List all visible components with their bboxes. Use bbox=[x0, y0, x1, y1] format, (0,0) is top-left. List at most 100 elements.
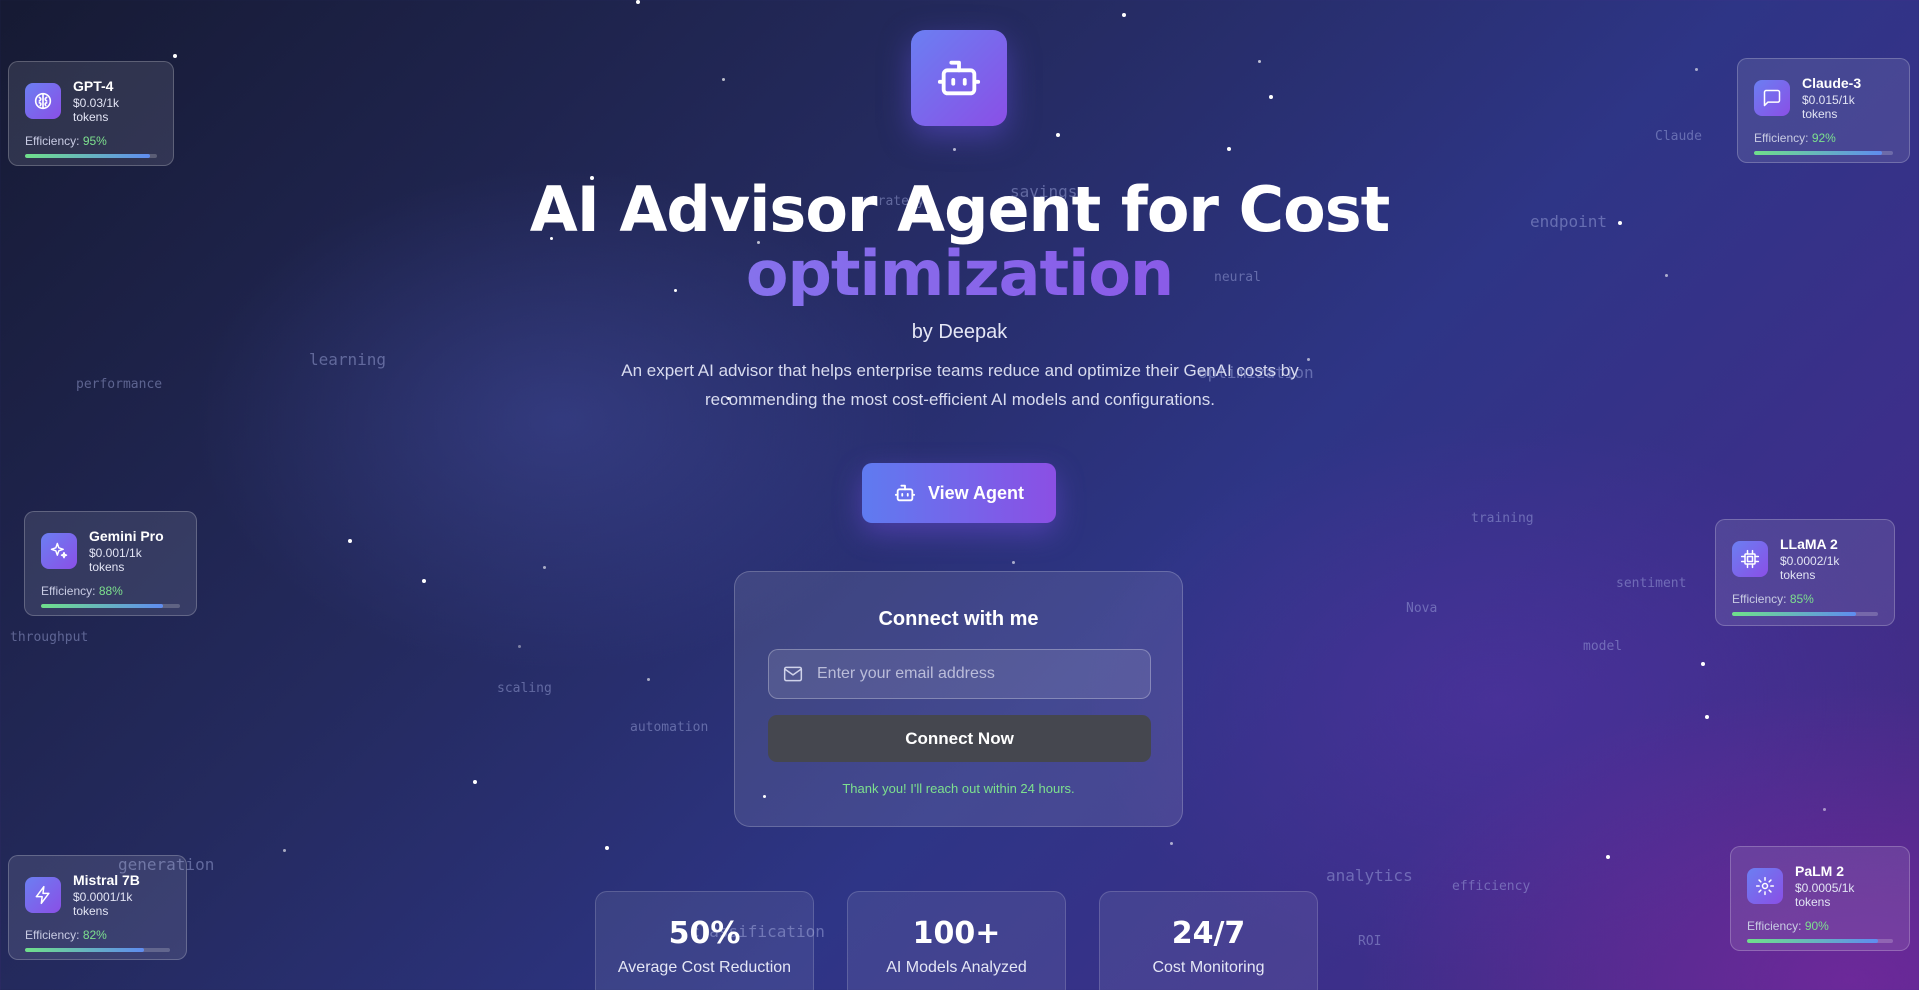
stat-card-cost-reduction: 50% Average Cost Reduction bbox=[595, 891, 814, 990]
efficiency-value: 82% bbox=[82, 928, 107, 942]
model-name: Mistral 7B bbox=[73, 872, 140, 888]
page-title-line1: AI Advisor Agent for Cost bbox=[529, 173, 1390, 246]
star bbox=[1307, 358, 1310, 361]
star bbox=[518, 645, 521, 648]
model-price: $0.001/1k tokens bbox=[89, 546, 142, 574]
model-efficiency: Efficiency: 95% bbox=[25, 134, 157, 148]
model-name: Claude-3 bbox=[1802, 75, 1862, 91]
email-input[interactable] bbox=[817, 665, 1137, 683]
stat-value: 24/7 bbox=[1171, 916, 1246, 951]
background-word: throughput bbox=[10, 630, 89, 645]
star bbox=[953, 148, 956, 151]
efficiency-value: 88% bbox=[98, 584, 123, 598]
model-efficiency: Efficiency: 85% bbox=[1732, 592, 1878, 606]
background-word: scaling bbox=[497, 681, 552, 696]
model-efficiency: Efficiency: 88% bbox=[41, 584, 180, 598]
star bbox=[348, 539, 352, 543]
stat-label: Cost Monitoring bbox=[1152, 959, 1265, 976]
background-word: analytics bbox=[1326, 866, 1413, 885]
agent-logo bbox=[911, 30, 1007, 126]
efficiency-label: Efficiency: bbox=[1754, 131, 1809, 145]
model-efficiency: Efficiency: 90% bbox=[1747, 919, 1893, 933]
background-word: ROI bbox=[1358, 934, 1382, 949]
star bbox=[1122, 13, 1126, 17]
efficiency-bar bbox=[1732, 612, 1878, 616]
model-efficiency: Efficiency: 92% bbox=[1754, 131, 1893, 145]
efficiency-value: 85% bbox=[1789, 592, 1814, 606]
efficiency-bar bbox=[41, 604, 180, 608]
hero-description: An expert AI advisor that helps enterpri… bbox=[621, 361, 1299, 409]
efficiency-bar-fill bbox=[1754, 151, 1882, 155]
model-name: GPT-4 bbox=[73, 78, 114, 94]
stat-label: Average Cost Reduction bbox=[617, 959, 792, 976]
stat-value: 100+ bbox=[912, 916, 1001, 951]
chip-icon bbox=[1732, 541, 1768, 577]
efficiency-value: 95% bbox=[82, 134, 107, 148]
stat-label: AI Models Analyzed bbox=[886, 959, 1027, 976]
brain-icon bbox=[25, 83, 61, 119]
star bbox=[1705, 715, 1709, 719]
efficiency-bar bbox=[25, 154, 157, 158]
page-title-highlight: optimization bbox=[0, 242, 1919, 306]
star bbox=[1701, 662, 1705, 666]
star bbox=[605, 846, 609, 850]
background-word: model bbox=[1583, 639, 1623, 654]
background-word: performance bbox=[76, 377, 163, 392]
stat-card-cost-monitoring: 24/7 Cost Monitoring bbox=[1099, 891, 1318, 990]
star bbox=[1269, 95, 1273, 99]
efficiency-bar-fill bbox=[25, 948, 144, 952]
background-word: sentiment bbox=[1616, 576, 1687, 591]
star bbox=[1056, 133, 1060, 137]
background-word: Nova bbox=[1406, 601, 1438, 616]
model-card-gpt4: GPT-4 $0.03/1k tokens Efficiency: 95% bbox=[8, 61, 174, 166]
star bbox=[1823, 808, 1826, 811]
model-efficiency: Efficiency: 82% bbox=[25, 928, 170, 942]
model-price: $0.0001/1k tokens bbox=[73, 890, 133, 918]
star bbox=[722, 78, 725, 81]
background-word: automation bbox=[630, 720, 709, 735]
stat-card-models-analyzed: 100+ AI Models Analyzed bbox=[847, 891, 1066, 990]
star bbox=[1227, 147, 1231, 151]
connect-now-button[interactable]: Connect Now bbox=[768, 715, 1151, 762]
background-word: training bbox=[1471, 511, 1534, 526]
chat-icon bbox=[1754, 80, 1790, 116]
star bbox=[543, 566, 546, 569]
author-byline: by Deepak bbox=[911, 321, 1008, 343]
model-card-claude3: Claude-3 $0.015/1k tokens Efficiency: 92… bbox=[1737, 58, 1910, 163]
email-field[interactable] bbox=[768, 649, 1151, 699]
efficiency-value: 90% bbox=[1804, 919, 1829, 933]
star bbox=[647, 678, 650, 681]
connect-title: Connect with me bbox=[878, 608, 1039, 630]
efficiency-bar bbox=[1747, 939, 1893, 943]
model-card-mistral-7b: Mistral 7B $0.0001/1k tokens Efficiency:… bbox=[8, 855, 187, 960]
star bbox=[1606, 855, 1610, 859]
confirmation-message: Thank you! I'll reach out within 24 hour… bbox=[842, 781, 1075, 796]
efficiency-label: Efficiency: bbox=[1732, 592, 1787, 606]
model-price: $0.015/1k tokens bbox=[1802, 93, 1855, 121]
model-price: $0.03/1k tokens bbox=[73, 96, 120, 124]
model-card-palm2: PaLM 2 $0.0005/1k tokens Efficiency: 90% bbox=[1730, 846, 1910, 951]
model-price: $0.0005/1k tokens bbox=[1795, 881, 1855, 909]
robot-icon bbox=[894, 484, 916, 502]
model-name: PaLM 2 bbox=[1795, 863, 1845, 879]
view-agent-button[interactable]: View Agent bbox=[862, 463, 1056, 523]
star bbox=[422, 579, 426, 583]
background-word: Claude bbox=[1655, 129, 1702, 144]
mail-icon bbox=[783, 666, 803, 682]
background-word: learning bbox=[309, 350, 387, 369]
efficiency-label: Efficiency: bbox=[1747, 919, 1802, 933]
robot-icon bbox=[937, 60, 981, 96]
model-name: LLaMA 2 bbox=[1780, 536, 1838, 552]
star bbox=[1258, 60, 1261, 63]
connect-card: Connect with me Connect Now Thank you! I… bbox=[734, 571, 1183, 827]
efficiency-bar-fill bbox=[41, 604, 164, 608]
background-word: efficiency bbox=[1452, 879, 1531, 894]
efficiency-bar-fill bbox=[1747, 939, 1879, 943]
efficiency-bar bbox=[25, 948, 170, 952]
gear-icon bbox=[1747, 868, 1783, 904]
lightning-icon bbox=[25, 877, 61, 913]
star bbox=[1012, 561, 1015, 564]
model-name: Gemini Pro bbox=[89, 528, 164, 544]
stat-value: 50% bbox=[668, 916, 741, 951]
star bbox=[636, 0, 640, 4]
